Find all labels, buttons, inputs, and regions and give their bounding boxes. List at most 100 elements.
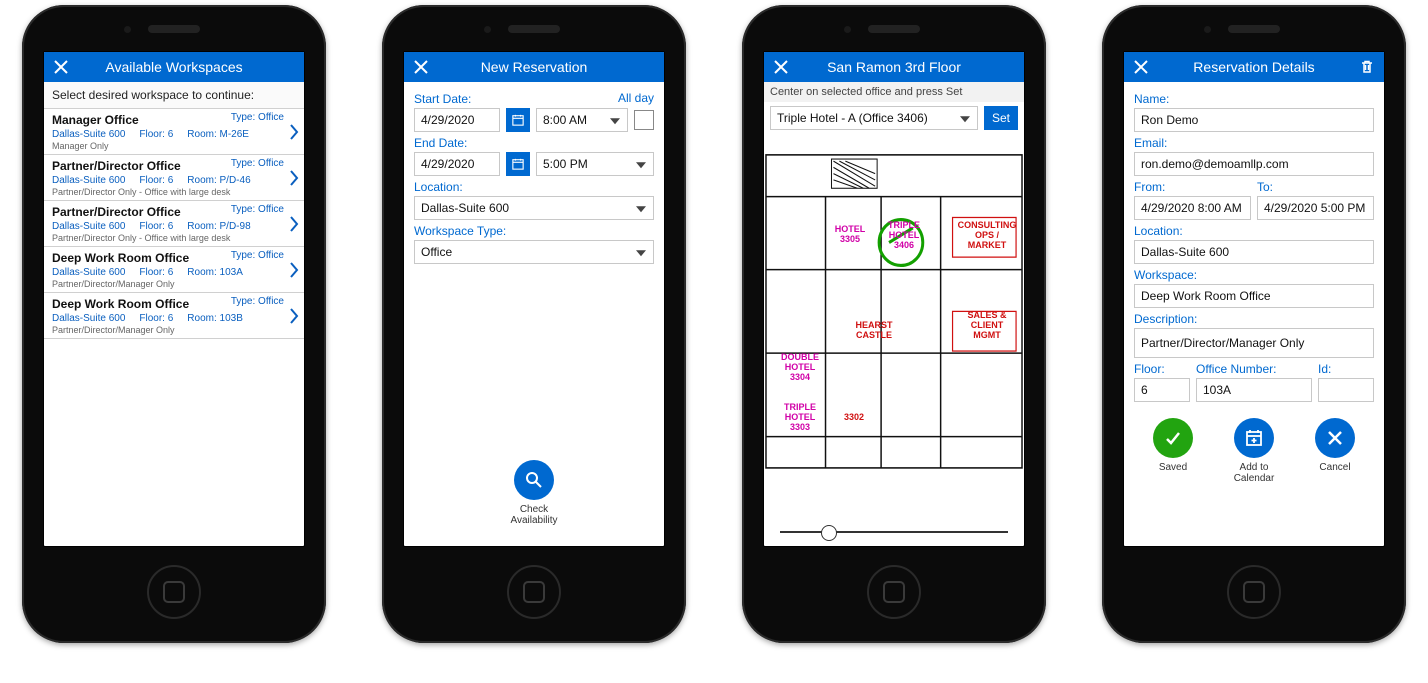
- start-time-select[interactable]: [536, 108, 628, 132]
- search-button[interactable]: [514, 460, 554, 500]
- workspace-floor: Floor: 6: [139, 221, 173, 232]
- trash-icon[interactable]: [1356, 56, 1378, 78]
- workspace-location: Dallas-Suite 600: [52, 129, 125, 140]
- calendar-icon[interactable]: [506, 108, 530, 132]
- office-number-label: Office Number:: [1196, 362, 1312, 376]
- workspace-location: Dallas-Suite 600: [52, 313, 125, 324]
- workspace-location: Dallas-Suite 600: [52, 221, 125, 232]
- end-date-input[interactable]: [414, 152, 500, 176]
- workspace-type: Type: Office: [231, 204, 284, 215]
- zone-label: HEARST CASTLE: [850, 320, 898, 340]
- chevron-right-icon: [288, 215, 300, 233]
- workspace-location: Dallas-Suite 600: [52, 267, 125, 278]
- workspace-room: Room: P/D-98: [187, 221, 250, 232]
- location-label: Location:: [1134, 224, 1374, 238]
- zoom-slider[interactable]: [764, 518, 1024, 546]
- check-icon: [1153, 418, 1193, 458]
- page-title: Reservation Details: [1152, 59, 1356, 75]
- location-field[interactable]: [1134, 240, 1374, 264]
- subhead: Select desired workspace to continue:: [44, 82, 304, 109]
- close-icon[interactable]: [770, 56, 792, 78]
- chevron-right-icon: [288, 261, 300, 279]
- workspace-desc: Partner/Director/Manager Only: [52, 279, 296, 289]
- cancel-button[interactable]: Cancel: [1315, 418, 1355, 484]
- close-icon[interactable]: [410, 56, 432, 78]
- location-label: Location:: [414, 180, 654, 194]
- id-label: Id:: [1318, 362, 1374, 376]
- map-hint: Center on selected office and press Set: [764, 82, 1024, 102]
- home-button[interactable]: [507, 565, 561, 619]
- zone-label: SALES & CLIENT MGMT: [956, 310, 1018, 340]
- phone-available-workspaces: Available Workspaces Select desired work…: [22, 5, 326, 643]
- phone-floor-map: San Ramon 3rd Floor Center on selected o…: [742, 5, 1046, 643]
- page-title: San Ramon 3rd Floor: [792, 59, 1018, 75]
- all-day-checkbox[interactable]: [634, 110, 654, 130]
- workspace-floor: Floor: 6: [139, 313, 173, 324]
- to-field[interactable]: [1257, 196, 1374, 220]
- workspace-floor: Floor: 6: [139, 267, 173, 278]
- home-button[interactable]: [147, 565, 201, 619]
- check-availability-label: Check Availability: [504, 504, 564, 526]
- saved-button[interactable]: Saved: [1153, 418, 1193, 484]
- floor-map[interactable]: HOTEL 3305 TRIPLE HOTEL 3406 CONSULTING …: [764, 134, 1024, 518]
- workspace-desc: Partner/Director Only - Office with larg…: [52, 187, 296, 197]
- appbar: Available Workspaces: [44, 52, 304, 82]
- home-button[interactable]: [1227, 565, 1281, 619]
- set-button[interactable]: Set: [984, 106, 1018, 130]
- zone-label: CONSULTING OPS / MARKET: [956, 220, 1018, 250]
- workspace-item[interactable]: Partner/Director OfficeType: OfficeDalla…: [44, 155, 304, 201]
- workspace-type-select[interactable]: [414, 240, 654, 264]
- close-icon[interactable]: [50, 56, 72, 78]
- chevron-right-icon: [288, 123, 300, 141]
- workspace-item[interactable]: Deep Work Room OfficeType: OfficeDallas-…: [44, 293, 304, 339]
- start-date-label: Start Date:: [414, 92, 471, 106]
- calendar-icon: [1234, 418, 1274, 458]
- workspace-location: Dallas-Suite 600: [52, 175, 125, 186]
- id-field[interactable]: [1318, 378, 1374, 402]
- workspace-type: Type: Office: [231, 296, 284, 307]
- workspace-field[interactable]: [1134, 284, 1374, 308]
- room-label: DOUBLE HOTEL 3304: [776, 352, 824, 382]
- all-day-label: All day: [618, 91, 654, 105]
- workspace-type: Type: Office: [231, 112, 284, 123]
- start-date-input[interactable]: [414, 108, 500, 132]
- location-select[interactable]: [414, 196, 654, 220]
- appbar: San Ramon 3rd Floor: [764, 52, 1024, 82]
- workspace-desc: Partner/Director Only - Office with larg…: [52, 233, 296, 243]
- name-label: Name:: [1134, 92, 1374, 106]
- workspace-item[interactable]: Partner/Director OfficeType: OfficeDalla…: [44, 201, 304, 247]
- workspace-item[interactable]: Deep Work Room OfficeType: OfficeDallas-…: [44, 247, 304, 293]
- home-button[interactable]: [867, 565, 921, 619]
- phone-reservation-details: Reservation Details Name: Email: From:: [1102, 5, 1406, 643]
- workspace-room: Room: P/D-46: [187, 175, 250, 186]
- floor-field[interactable]: [1134, 378, 1190, 402]
- workspace-room: Room: 103B: [187, 313, 243, 324]
- page-title: Available Workspaces: [72, 59, 298, 75]
- end-time-select[interactable]: [536, 152, 654, 176]
- page-title: New Reservation: [432, 59, 658, 75]
- email-field[interactable]: [1134, 152, 1374, 176]
- room-number: 3302: [844, 412, 864, 422]
- description-field[interactable]: [1134, 328, 1374, 358]
- calendar-icon[interactable]: [506, 152, 530, 176]
- workspace-item[interactable]: Manager OfficeType: OfficeDallas-Suite 6…: [44, 109, 304, 155]
- to-label: To:: [1257, 180, 1374, 194]
- close-icon[interactable]: [1130, 56, 1152, 78]
- name-field[interactable]: [1134, 108, 1374, 132]
- workspace-desc: Manager Only: [52, 141, 296, 151]
- phone-new-reservation: New Reservation Start Date: All day: [382, 5, 686, 643]
- chevron-right-icon: [288, 307, 300, 325]
- workspace-floor: Floor: 6: [139, 129, 173, 140]
- workspace-label: Workspace:: [1134, 268, 1374, 282]
- office-select[interactable]: [770, 106, 978, 130]
- workspace-type-label: Workspace Type:: [414, 224, 654, 238]
- room-label: TRIPLE HOTEL 3406: [882, 220, 926, 250]
- from-field[interactable]: [1134, 196, 1251, 220]
- office-number-field[interactable]: [1196, 378, 1312, 402]
- appbar: New Reservation: [404, 52, 664, 82]
- end-date-label: End Date:: [414, 136, 654, 150]
- workspace-room: Room: M-26E: [187, 129, 249, 140]
- room-label: TRIPLE HOTEL 3303: [776, 402, 824, 432]
- appbar: Reservation Details: [1124, 52, 1384, 82]
- add-to-calendar-button[interactable]: Add to Calendar: [1231, 418, 1277, 484]
